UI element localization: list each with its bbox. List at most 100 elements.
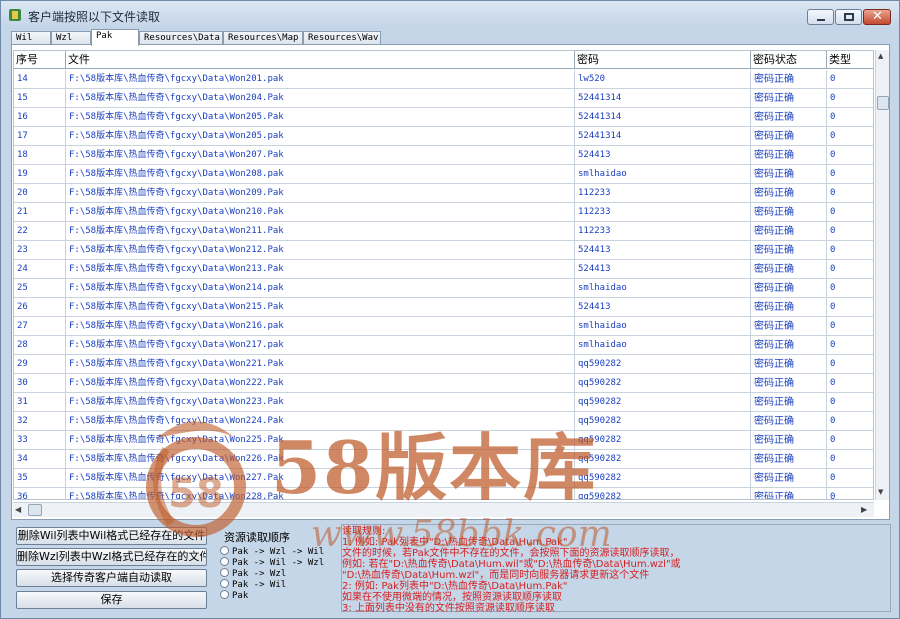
close-icon: ✕ — [872, 9, 883, 24]
tab-resources-map[interactable]: Resources\Map — [223, 31, 303, 45]
table-row[interactable]: 31 F:\58版本库\热血传奇\fgcxy\Data\Won223.Pak qq5… — [14, 393, 873, 412]
row-file-path: F:\58版本库\热血传奇\fgcxy\Data\Won213.Pak — [66, 260, 575, 278]
row-password: 52441314 — [575, 127, 751, 145]
table-row[interactable]: 34 F:\58版本库\热血传奇\fgcxy\Data\Won226.Pak qq5… — [14, 450, 873, 469]
row-type: 0 — [827, 469, 873, 487]
scroll-right-icon[interactable]: ▶ — [861, 505, 867, 514]
read-order-option[interactable]: Pak — [220, 590, 248, 601]
row-index: 31 — [14, 393, 66, 411]
horizontal-scrollbar[interactable]: ◀ ▶ — [13, 502, 874, 517]
file-list-grid[interactable]: 序号 文件 密码 密码状态 类型 14 F:\58版本库\热血传奇\fgcxy\D… — [13, 50, 874, 500]
tab-resources-wav[interactable]: Resources\Wav — [303, 31, 381, 45]
table-row[interactable]: 20 F:\58版本库\热血传奇\fgcxy\Data\Won209.Pak 112… — [14, 184, 873, 203]
table-row[interactable]: 26 F:\58版本库\热血传奇\fgcxy\Data\Won215.Pak 524… — [14, 298, 873, 317]
table-row[interactable]: 25 F:\58版本库\热血传奇\fgcxy\Data\Won214.pak sml… — [14, 279, 873, 298]
row-type: 0 — [827, 393, 873, 411]
auto-read-button[interactable]: 选择传奇客户端自动读取 — [16, 569, 207, 587]
row-password-status: 密码正确 — [751, 355, 827, 373]
table-row[interactable]: 17 F:\58版本库\热血传奇\fgcxy\Data\Won205.pak 524… — [14, 127, 873, 146]
row-type: 0 — [827, 260, 873, 278]
row-password-status: 密码正确 — [751, 222, 827, 240]
tab-wil[interactable]: Wil — [11, 31, 51, 45]
table-row[interactable]: 28 F:\58版本库\热血传奇\fgcxy\Data\Won217.pak sml… — [14, 336, 873, 355]
row-password: 52441314 — [575, 89, 751, 107]
row-type: 0 — [827, 412, 873, 430]
read-order-option[interactable]: Pak -> Wil -> Wzl — [220, 557, 324, 568]
row-file-path: F:\58版本库\热血传奇\fgcxy\Data\Won212.Pak — [66, 241, 575, 259]
row-password-status: 密码正确 — [751, 89, 827, 107]
tab-resources-data[interactable]: Resources\Data — [139, 31, 223, 45]
row-file-path: F:\58版本库\热血传奇\fgcxy\Data\Won201.pak — [66, 70, 575, 88]
read-rules-notes: 读取规则: 1: 例如: Pak列表中"D:\热血传奇\Data\Hum.Pak… — [341, 524, 891, 614]
row-password: smlhaidao — [575, 165, 751, 183]
header-file[interactable]: 文件 — [66, 51, 575, 69]
radio-icon[interactable] — [220, 568, 229, 577]
row-password: 52441314 — [575, 108, 751, 126]
scroll-left-icon[interactable]: ◀ — [15, 505, 21, 514]
horizontal-scroll-thumb[interactable] — [28, 504, 42, 516]
row-index: 23 — [14, 241, 66, 259]
row-file-path: F:\58版本库\热血传奇\fgcxy\Data\Won217.pak — [66, 336, 575, 354]
radio-icon[interactable] — [220, 590, 229, 599]
row-type: 0 — [827, 146, 873, 164]
minimize-button[interactable] — [807, 9, 834, 25]
vertical-scroll-thumb[interactable] — [877, 96, 889, 110]
row-type: 0 — [827, 336, 873, 354]
save-button[interactable]: 保存 — [16, 591, 207, 609]
table-row[interactable]: 14 F:\58版本库\热血传奇\fgcxy\Data\Won201.pak lw5… — [14, 70, 873, 89]
radio-icon[interactable] — [220, 546, 229, 555]
scroll-up-icon[interactable]: ▲ — [878, 52, 883, 60]
row-index: 22 — [14, 222, 66, 240]
row-file-path: F:\58版本库\热血传奇\fgcxy\Data\Won226.Pak — [66, 450, 575, 468]
row-type: 0 — [827, 203, 873, 221]
read-order-option[interactable]: Pak -> Wzl — [220, 568, 286, 579]
table-row[interactable]: 18 F:\58版本库\热血传奇\fgcxy\Data\Won207.Pak 524… — [14, 146, 873, 165]
row-type: 0 — [827, 165, 873, 183]
window-title: 客户端按照以下文件读取 — [28, 10, 161, 24]
row-type: 0 — [827, 222, 873, 240]
delete-wzl-button[interactable]: 删除Wzl列表中Wzl格式已经存在的文件 — [16, 548, 207, 566]
title-bar[interactable]: 客户端按照以下文件读取 ✕ — [1, 1, 899, 29]
table-row[interactable]: 24 F:\58版本库\热血传奇\fgcxy\Data\Won213.Pak 524… — [14, 260, 873, 279]
read-order-option[interactable]: Pak -> Wil — [220, 579, 286, 590]
table-row[interactable]: 29 F:\58版本库\热血传奇\fgcxy\Data\Won221.Pak qq5… — [14, 355, 873, 374]
header-index[interactable]: 序号 — [14, 51, 66, 69]
table-row[interactable]: 16 F:\58版本库\热血传奇\fgcxy\Data\Won205.Pak 524… — [14, 108, 873, 127]
row-type: 0 — [827, 89, 873, 107]
vertical-scrollbar[interactable]: ▲ ▼ — [875, 50, 889, 500]
table-row[interactable]: 22 F:\58版本库\热血传奇\fgcxy\Data\Won211.Pak 112… — [14, 222, 873, 241]
radio-icon[interactable] — [220, 579, 229, 588]
row-index: 21 — [14, 203, 66, 221]
table-row[interactable]: 33 F:\58版本库\热血传奇\fgcxy\Data\Won225.Pak qq5… — [14, 431, 873, 450]
tab-pak[interactable]: Pak — [91, 29, 139, 46]
row-password-status: 密码正确 — [751, 241, 827, 259]
tab-panel-pak: 序号 文件 密码 密码状态 类型 14 F:\58版本库\热血传奇\fgcxy\D… — [11, 44, 890, 520]
table-row[interactable]: 21 F:\58版本库\热血传奇\fgcxy\Data\Won210.Pak 112… — [14, 203, 873, 222]
table-row[interactable]: 19 F:\58版本库\热血传奇\fgcxy\Data\Won208.pak sml… — [14, 165, 873, 184]
table-row[interactable]: 30 F:\58版本库\热血传奇\fgcxy\Data\Won222.Pak qq5… — [14, 374, 873, 393]
note-line: 2: 例如: Pak列表中"D:\热血传奇\Data\Hum.Pak" — [342, 581, 568, 592]
row-password: 524413 — [575, 146, 751, 164]
read-order-option[interactable]: Pak -> Wzl -> Wil — [220, 546, 324, 557]
row-password: smlhaidao — [575, 317, 751, 335]
row-type: 0 — [827, 431, 873, 449]
delete-wil-button[interactable]: 删除Wil列表中Wil格式已经存在的文件 — [16, 527, 207, 545]
row-password-status: 密码正确 — [751, 374, 827, 392]
maximize-button[interactable] — [835, 9, 862, 25]
row-password-status: 密码正确 — [751, 317, 827, 335]
header-password[interactable]: 密码 — [575, 51, 751, 69]
table-row[interactable]: 35 F:\58版本库\热血传奇\fgcxy\Data\Won227.Pak qq5… — [14, 469, 873, 488]
table-row[interactable]: 15 F:\58版本库\热血传奇\fgcxy\Data\Won204.Pak 524… — [14, 89, 873, 108]
radio-icon[interactable] — [220, 557, 229, 566]
table-row[interactable]: 32 F:\58版本库\热血传奇\fgcxy\Data\Won224.Pak qq5… — [14, 412, 873, 431]
table-row[interactable]: 27 F:\58版本库\热血传奇\fgcxy\Data\Won216.pak sml… — [14, 317, 873, 336]
scroll-down-icon[interactable]: ▼ — [878, 488, 883, 496]
tab-wzl[interactable]: Wzl — [51, 31, 91, 45]
row-password-status: 密码正确 — [751, 336, 827, 354]
table-row[interactable]: 23 F:\58版本库\热血传奇\fgcxy\Data\Won212.Pak 524… — [14, 241, 873, 260]
header-password-status[interactable]: 密码状态 — [751, 51, 827, 69]
table-row[interactable]: 36 F:\58版本库\热血传奇\fgcxy\Data\Won228.Pak qq5… — [14, 488, 873, 499]
close-button[interactable]: ✕ — [863, 9, 891, 25]
row-file-path: F:\58版本库\热血传奇\fgcxy\Data\Won210.Pak — [66, 203, 575, 221]
header-type[interactable]: 类型 — [827, 51, 873, 69]
